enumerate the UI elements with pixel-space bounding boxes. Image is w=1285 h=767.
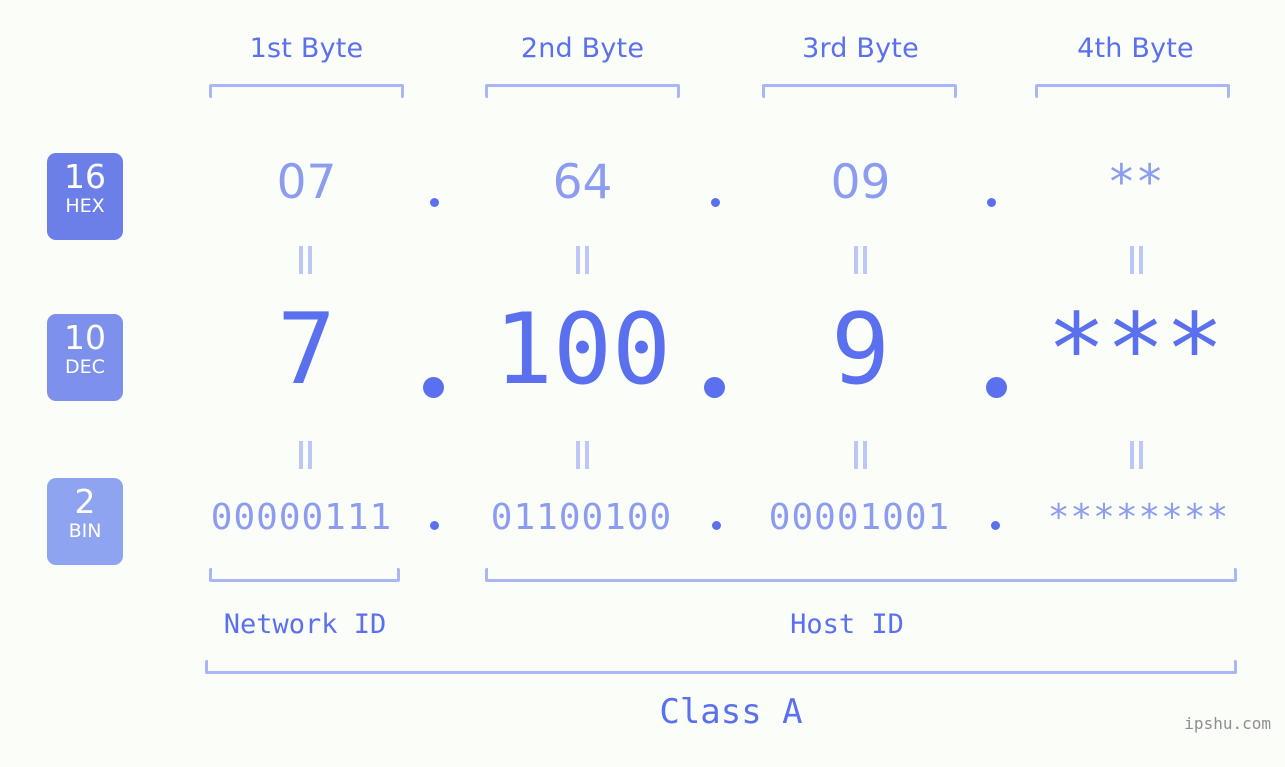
base-badge-dec: 10 DEC: [47, 314, 123, 401]
byte-header-1: 1st Byte: [249, 33, 364, 64]
hex-separator-dot-3: [987, 198, 996, 207]
dec-separator-dot-2: [704, 377, 725, 398]
byte-bracket-1: [209, 84, 404, 98]
dec-byte-2: 100: [493, 293, 671, 407]
byte-header-4: 4th Byte: [1077, 33, 1194, 64]
class-label: Class A: [659, 692, 803, 732]
hex-separator-dot-2: [711, 198, 720, 207]
equality-mark-dec-bin-3: [852, 441, 870, 469]
dec-byte-4: ***: [1046, 293, 1224, 407]
base-badge-bin: 2 BIN: [47, 478, 123, 565]
bin-byte-4: ********: [1047, 497, 1230, 538]
byte-bracket-3: [762, 84, 957, 98]
ip-address-breakdown-diagram: 1st Byte 2nd Byte 3rd Byte 4th Byte 16 H…: [0, 0, 1285, 767]
base-badge-hex-number: 16: [64, 157, 106, 196]
equality-mark-dec-bin-1: [297, 441, 315, 469]
equality-mark-hex-dec-1: [297, 246, 315, 274]
equality-mark-dec-bin-4: [1128, 441, 1146, 469]
base-badge-hex: 16 HEX: [47, 153, 123, 240]
base-badge-bin-name: BIN: [68, 520, 102, 542]
byte-bracket-4: [1035, 84, 1230, 98]
hex-byte-2: 64: [552, 155, 613, 210]
bin-byte-1: 00000111: [210, 497, 393, 538]
hex-byte-3: 09: [830, 155, 891, 210]
equality-mark-hex-dec-2: [574, 246, 592, 274]
network-id-label: Network ID: [223, 609, 387, 640]
bin-byte-2: 01100100: [490, 497, 673, 538]
equality-mark-dec-bin-2: [574, 441, 592, 469]
base-badge-hex-name: HEX: [65, 195, 105, 217]
dec-byte-1: 7: [276, 293, 336, 407]
hex-separator-dot-1: [430, 198, 439, 207]
base-badge-dec-number: 10: [64, 318, 106, 357]
network-id-bracket: [209, 568, 400, 582]
hex-byte-4: **: [1107, 155, 1164, 210]
base-badge-dec-name: DEC: [65, 356, 105, 378]
bin-byte-3: 00001001: [768, 497, 951, 538]
equality-mark-hex-dec-3: [852, 246, 870, 274]
byte-header-3: 3rd Byte: [802, 33, 919, 64]
hex-byte-1: 07: [276, 155, 337, 210]
dec-separator-dot-3: [986, 377, 1007, 398]
bin-separator-dot-3: [991, 521, 1000, 530]
host-id-bracket: [485, 568, 1237, 582]
bin-separator-dot-1: [430, 521, 439, 530]
byte-header-2: 2nd Byte: [520, 33, 645, 64]
equality-mark-hex-dec-4: [1128, 246, 1146, 274]
dec-separator-dot-1: [423, 377, 444, 398]
host-id-label: Host ID: [790, 609, 904, 640]
base-badge-bin-number: 2: [74, 482, 96, 521]
byte-bracket-2: [485, 84, 680, 98]
bin-separator-dot-2: [712, 521, 721, 530]
watermark: ipshu.com: [1184, 714, 1271, 733]
dec-byte-3: 9: [830, 293, 890, 407]
class-bracket: [205, 660, 1237, 674]
